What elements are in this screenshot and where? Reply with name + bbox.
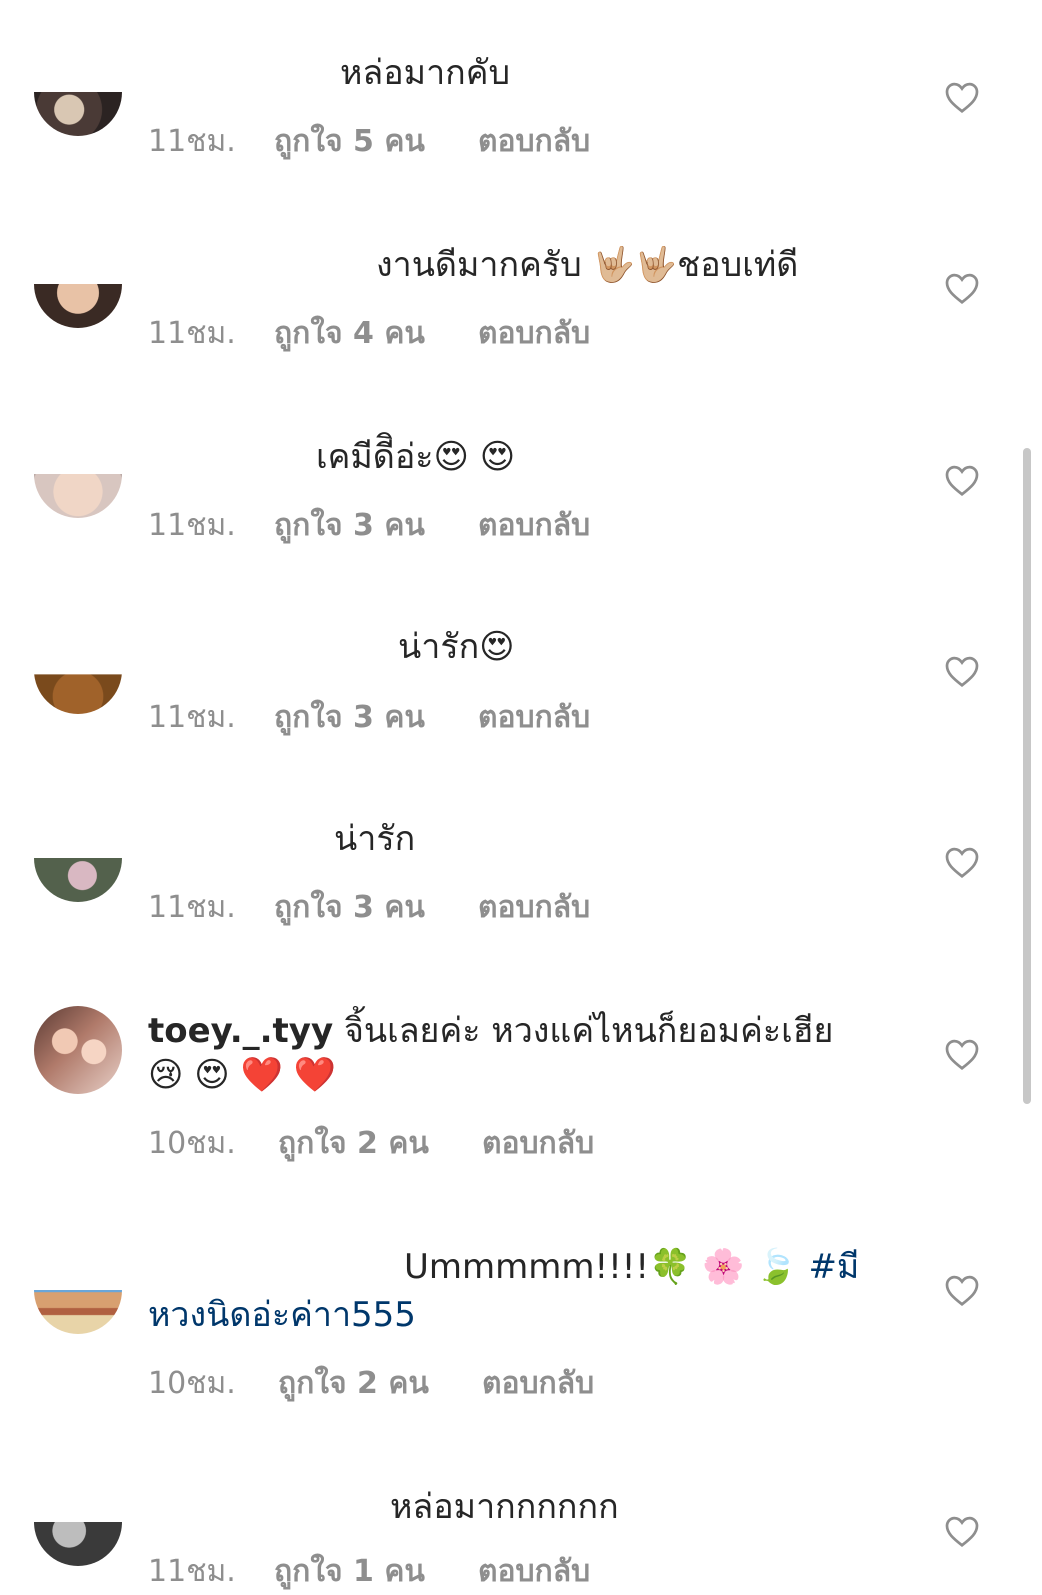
reply-button[interactable]: ตอบกลับ xyxy=(478,884,590,931)
avatar[interactable] xyxy=(34,1522,122,1566)
comment-meta: 11ชม. ถูกใจ 4 คน ตอบกลับ xyxy=(148,310,590,357)
hashtag-link[interactable]: หวงนิดอ่ะค่าา555 xyxy=(148,1292,416,1338)
comment-text: Ummmmm!!!!🍀 🌸 🍃 #มี xyxy=(404,1244,859,1290)
comment-meta: 11ชม. ถูกใจ 5 คน ตอบกลับ xyxy=(148,118,590,165)
avatar[interactable] xyxy=(34,284,122,328)
reply-button[interactable]: ตอบกลับ xyxy=(482,1120,594,1167)
comment-time: 11ชม. xyxy=(148,508,236,543)
comment-likes-link[interactable]: ถูกใจ 3 คน xyxy=(274,502,478,549)
comment-meta: 10ชม. ถูกใจ 2 คน ตอบกลับ xyxy=(148,1120,594,1167)
reply-button[interactable]: ตอบกลับ xyxy=(478,694,590,741)
comment-meta: 11ชม. ถูกใจ 3 คน ตอบกลับ xyxy=(148,884,590,931)
reply-button[interactable]: ตอบกลับ xyxy=(478,502,590,549)
comment-text: งานดีมากครับ 🤟🏼🤟🏼ชอบเท่ดี xyxy=(376,245,799,285)
comment-username[interactable]: toey._.tyy xyxy=(148,1011,333,1051)
comment-text: น่ารัก xyxy=(334,819,416,859)
comment-text: หล่อมากคับ xyxy=(340,53,511,93)
comment-time: 11ชม. xyxy=(148,124,236,159)
comment-meta: 11ชม. ถูกใจ 3 คน ตอบกลับ xyxy=(148,694,590,741)
comment-time: 11ชม. xyxy=(148,700,236,735)
avatar[interactable] xyxy=(34,474,122,518)
comment-likes-link[interactable]: ถูกใจ 3 คน xyxy=(274,884,478,931)
comment-time: 11ชม. xyxy=(148,316,236,351)
reply-button[interactable]: ตอบกลับ xyxy=(478,310,590,357)
reply-button[interactable]: ตอบกลับ xyxy=(482,1360,594,1407)
comment-text: น่ารัก😍 xyxy=(398,627,515,667)
comment-text-line2: 😢 😍 ❤️ ❤️ xyxy=(148,1055,336,1095)
comment-body: จิ้นเลยค่ะ หวงแค่ไหนก็ยอมค่ะเฮีย xyxy=(343,1011,834,1051)
comment-time: 11ชม. xyxy=(148,890,236,925)
heart-icon[interactable] xyxy=(944,271,980,305)
comment-likes-link[interactable]: ถูกใจ 2 คน xyxy=(278,1120,482,1167)
comment-text: หล่อมากกกกกก xyxy=(390,1487,619,1527)
heart-icon[interactable] xyxy=(944,845,980,879)
hashtag-link[interactable]: #มี xyxy=(808,1247,859,1287)
comment-likes-link[interactable]: ถูกใจ 3 คน xyxy=(274,694,478,741)
heart-icon[interactable] xyxy=(944,80,980,114)
heart-icon[interactable] xyxy=(944,654,980,688)
heart-icon[interactable] xyxy=(944,1514,980,1548)
heart-icon[interactable] xyxy=(944,1273,980,1307)
comment-time: 10ชม. xyxy=(148,1126,236,1161)
comment-body: Ummmmm!!!!🍀 🌸 🍃 xyxy=(404,1247,809,1287)
comment-likes-link[interactable]: ถูกใจ 2 คน xyxy=(278,1360,482,1407)
avatar[interactable] xyxy=(34,1290,122,1334)
avatar[interactable] xyxy=(34,92,122,136)
comment-likes-link[interactable]: ถูกใจ 5 คน xyxy=(274,118,478,165)
avatar[interactable] xyxy=(34,1006,122,1094)
comment-time: 10ชม. xyxy=(148,1366,236,1401)
heart-icon[interactable] xyxy=(944,1037,980,1071)
avatar[interactable] xyxy=(34,674,122,714)
comment-text: เคมีดีิอ่ะ😍 😍 xyxy=(316,437,516,477)
heart-icon[interactable] xyxy=(944,463,980,497)
comment-meta: 11ชม. ถูกใจ 3 คน ตอบกลับ xyxy=(148,502,590,549)
comment-meta: 10ชม. ถูกใจ 2 คน ตอบกลับ xyxy=(148,1360,594,1407)
comment-text: toey._.tyy จิ้นเลยค่ะ หวงแค่ไหนก็ยอมค่ะเ… xyxy=(148,1008,833,1054)
comment-likes-link[interactable]: ถูกใจ 4 คน xyxy=(274,310,478,357)
scrollbar[interactable] xyxy=(1023,448,1031,1104)
reply-button[interactable]: ตอบกลับ xyxy=(478,118,590,165)
avatar[interactable] xyxy=(34,858,122,902)
